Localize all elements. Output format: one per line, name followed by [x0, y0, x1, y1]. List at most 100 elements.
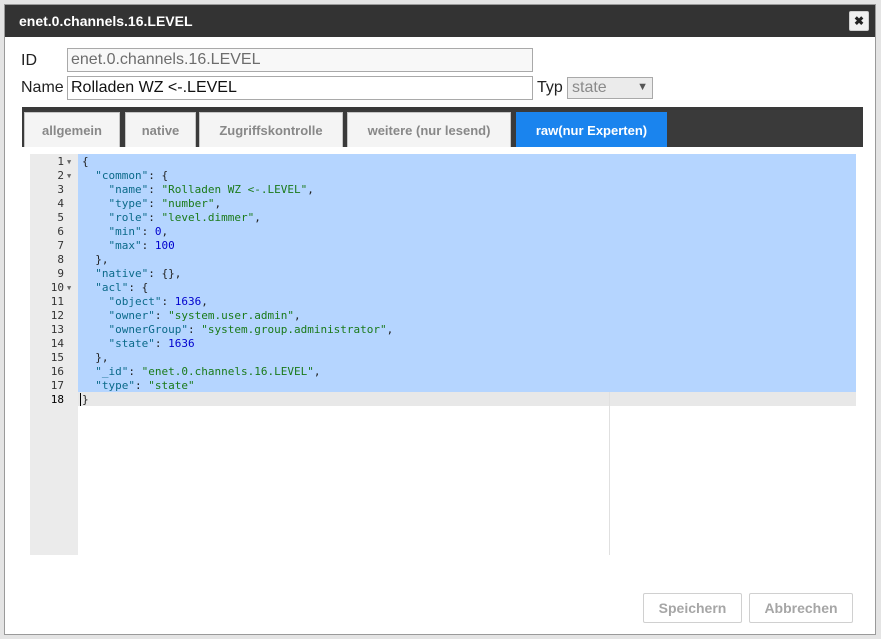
line-number: 3 — [57, 183, 64, 196]
json-punctuation: : { — [148, 169, 169, 182]
json-number: 1636 — [168, 337, 195, 350]
code-text: "native": {}, — [82, 267, 181, 281]
json-punctuation — [82, 281, 95, 294]
code-line[interactable]: 7 "max": 100 — [30, 239, 856, 253]
json-punctuation: , — [307, 183, 314, 196]
line-number: 2 — [57, 169, 64, 182]
code-line[interactable]: 6 "min": 0, — [30, 225, 856, 239]
json-punctuation: , — [386, 323, 394, 336]
code-text: "type": "state" — [82, 379, 194, 393]
tab-allgemein[interactable]: allgemein — [24, 112, 120, 147]
json-punctuation — [82, 239, 109, 252]
json-punctuation: , — [293, 309, 301, 322]
json-key: "_id" — [95, 365, 129, 378]
code-line[interactable]: 1 ▼ { — [30, 155, 856, 169]
code-text: }, — [82, 253, 109, 267]
line-number: 4 — [57, 197, 64, 210]
code-line[interactable]: 2 ▼ "common": { — [30, 169, 856, 183]
json-key: "ownerGroup" — [108, 323, 188, 336]
code-line[interactable]: 12 "owner": "system.user.admin", — [30, 309, 856, 323]
code-line[interactable]: 8 }, — [30, 253, 856, 267]
json-punctuation — [82, 267, 95, 280]
json-punctuation: : — [154, 337, 169, 350]
name-field[interactable] — [67, 76, 533, 100]
json-punctuation — [82, 197, 109, 210]
line-number: 16 — [50, 365, 64, 378]
fold-arrow-icon[interactable]: ▼ — [67, 155, 71, 169]
code-line[interactable]: 14 "state": 1636 — [30, 337, 856, 351]
json-punctuation: }, — [82, 351, 109, 364]
line-number: 12 — [50, 309, 64, 322]
code-line[interactable]: 15 }, — [30, 351, 856, 365]
json-punctuation: , — [313, 365, 321, 378]
json-punctuation — [82, 309, 109, 322]
json-punctuation: : — [154, 309, 169, 322]
code-text: "name": "Rolladen WZ <-.LEVEL", — [82, 183, 314, 197]
json-punctuation: : — [141, 239, 155, 252]
code-text: { — [82, 155, 89, 169]
tab-zugriffskontrolle[interactable]: Zugriffskontrolle — [199, 112, 343, 147]
code-line[interactable]: 16 "_id": "enet.0.channels.16.LEVEL", — [30, 365, 856, 379]
object-edit-dialog: enet.0.channels.16.LEVEL ✖ ID Name Typ s… — [4, 4, 876, 635]
json-punctuation — [82, 169, 95, 182]
save-button[interactable]: Speichern — [643, 593, 742, 623]
line-number: 10 — [50, 281, 64, 294]
code-line[interactable]: 10 ▼ "acl": { — [30, 281, 856, 295]
name-label: Name — [21, 79, 64, 96]
json-string: "enet.0.channels.16.LEVEL" — [141, 365, 314, 378]
code-line[interactable]: 18} — [30, 393, 856, 407]
json-punctuation: : — [148, 211, 162, 224]
code-line[interactable]: 17 "type": "state" — [30, 379, 856, 393]
close-button[interactable]: ✖ — [849, 11, 869, 31]
line-number: 6 — [57, 225, 64, 238]
fold-arrow-icon[interactable]: ▼ — [67, 169, 71, 183]
line-number: 18 — [50, 393, 64, 406]
line-number: 8 — [57, 253, 64, 266]
json-punctuation: : {}, — [148, 267, 182, 280]
code-line[interactable]: 4 "type": "number", — [30, 197, 856, 211]
json-string: "number" — [161, 197, 215, 210]
tab-raw[interactable]: raw(nur Experten) — [516, 112, 667, 147]
code-line[interactable]: 3 "name": "Rolladen WZ <-.LEVEL", — [30, 183, 856, 197]
code-line[interactable]: 13 "ownerGroup": "system.group.administr… — [30, 323, 856, 337]
code-line[interactable]: 9 "native": {}, — [30, 267, 856, 281]
fold-arrow-icon[interactable]: ▼ — [67, 281, 71, 295]
tab-native[interactable]: native — [125, 112, 196, 147]
code-text: "object": 1636, — [82, 295, 208, 309]
dialog-titlebar[interactable]: enet.0.channels.16.LEVEL ✖ — [5, 5, 875, 37]
cancel-button[interactable]: Abbrechen — [749, 593, 853, 623]
json-punctuation: }, — [82, 253, 109, 266]
code-text: "state": 1636 — [82, 337, 195, 351]
json-string: "system.user.admin" — [168, 309, 294, 322]
type-select[interactable]: state ▼ — [567, 77, 653, 99]
json-punctuation: : — [187, 323, 202, 336]
json-number: 1636 — [174, 295, 202, 308]
print-margin — [609, 392, 610, 555]
json-string: "level.dimmer" — [161, 211, 255, 224]
type-select-value: state — [572, 79, 607, 96]
code-text: "max": 100 — [82, 239, 175, 253]
code-line[interactable]: 11 "object": 1636, — [30, 295, 856, 309]
json-punctuation: { — [82, 155, 89, 168]
code-text: "acl": { — [82, 281, 148, 295]
json-punctuation — [82, 365, 95, 378]
text-cursor — [80, 393, 81, 406]
json-key: "state" — [108, 337, 155, 350]
code-line[interactable]: 5 "role": "level.dimmer", — [30, 211, 856, 225]
id-field[interactable] — [67, 48, 533, 72]
chevron-down-icon: ▼ — [637, 81, 648, 93]
json-editor[interactable]: 1 ▼{2 ▼ "common": {3 "name": "Rolladen WZ … — [30, 154, 856, 555]
json-punctuation: , — [161, 225, 169, 238]
line-number: 17 — [50, 379, 64, 392]
line-number: 7 — [57, 239, 64, 252]
tab-weitere[interactable]: weitere (nur lesend) — [347, 112, 511, 147]
json-string: "Rolladen WZ <-.LEVEL" — [161, 183, 308, 196]
json-key: "type" — [108, 197, 149, 210]
json-punctuation — [82, 211, 109, 224]
json-punctuation — [82, 379, 95, 392]
close-icon: ✖ — [853, 14, 865, 28]
json-punctuation: , — [201, 295, 208, 308]
json-key: "acl" — [95, 281, 129, 294]
json-string: "system.group.administrator" — [201, 323, 387, 336]
json-number: 0 — [154, 225, 162, 238]
